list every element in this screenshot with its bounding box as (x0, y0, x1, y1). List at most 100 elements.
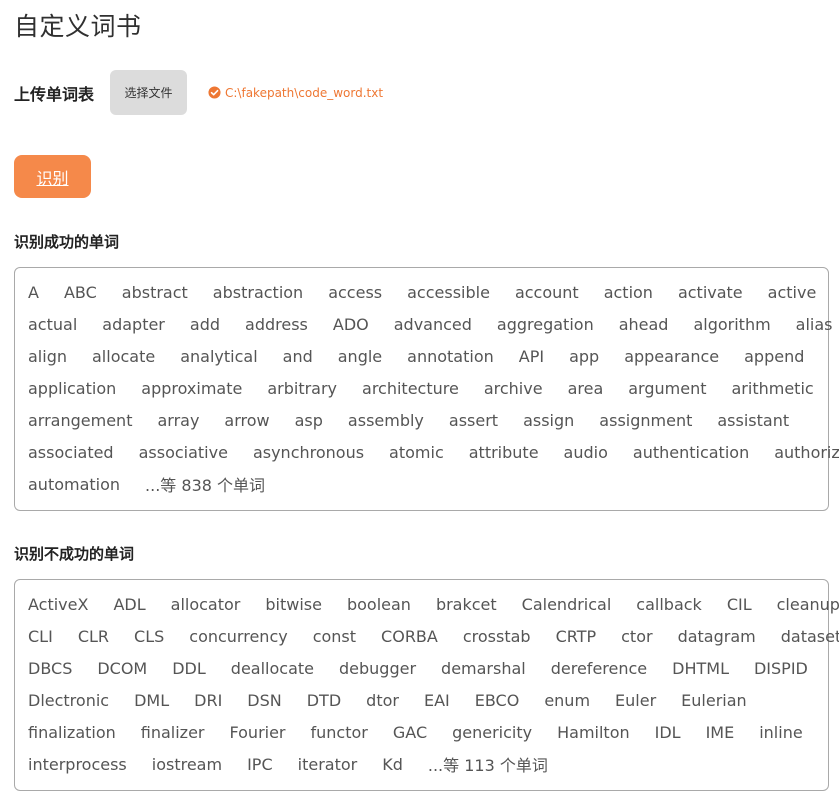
word-item: assembly (347, 410, 424, 430)
word-row: interprocess iostream IPC iterator Kd ...等 11… (28, 748, 818, 780)
word-item: address (245, 314, 308, 334)
word-item: CLI (28, 626, 53, 646)
word-item: brakcet (435, 594, 497, 614)
word-item: associated (28, 442, 114, 462)
word-row: associated associative asynchronous atomic a… (28, 436, 839, 468)
word-item: EBCO (474, 690, 520, 710)
word-item: attribute (468, 442, 539, 462)
word-item: A (28, 282, 39, 302)
word-item: crosstab (462, 626, 531, 646)
word-item: datagram (677, 626, 756, 646)
success-word-list: A ABC abstract abstraction access accessible a… (14, 267, 839, 511)
fail-word-list: ActiveX ADL allocator bitwise boolean brakcet… (14, 579, 839, 791)
word-item: demarshal (441, 658, 526, 678)
word-row: arrangement array arrow asp assembly assert as… (28, 404, 818, 436)
upload-label: 上传单词表 (14, 84, 95, 104)
word-item: account (514, 282, 579, 302)
word-item: dataset (780, 626, 839, 646)
word-item: advanced (393, 314, 472, 334)
word-item: algorithm (693, 314, 771, 334)
word-item: IPC (247, 754, 273, 774)
word-item: CIL (726, 594, 752, 614)
word-item: access (328, 282, 383, 302)
word-item: dereference (550, 658, 648, 678)
word-item: CORBA (381, 626, 438, 646)
word-item: dtor (366, 690, 399, 710)
word-item: Fourier (229, 722, 286, 742)
fail-section-title: 识别不成功的单词 (14, 545, 135, 563)
word-item: DSN (247, 690, 282, 710)
word-item: asp (294, 410, 323, 430)
word-item: Calendrical (521, 594, 612, 614)
word-row: ActiveX ADL allocator bitwise boolean brakcet… (28, 588, 839, 620)
word-item: cleanup (776, 594, 839, 614)
word-item: DHTML (672, 658, 729, 678)
word-item: arithmetic (731, 378, 814, 398)
more-count-label: ...等 838 个单词 (145, 476, 266, 495)
word-item: audio (563, 442, 608, 462)
word-item: assign (523, 410, 575, 430)
word-item: actual (28, 314, 78, 334)
word-item: active (767, 282, 817, 302)
word-item: area (567, 378, 604, 398)
word-item: app (569, 346, 600, 366)
word-item: functor (310, 722, 368, 742)
word-item: ABC (63, 282, 97, 302)
word-item: DRI (194, 690, 223, 710)
word-item: iterator (297, 754, 358, 774)
word-item: Hamilton (557, 722, 630, 742)
word-item: ctor (621, 626, 653, 646)
word-item: assert (448, 410, 499, 430)
page-title: 自定义词书 (14, 12, 142, 41)
word-item: asynchronous (252, 442, 365, 462)
word-item: arrow (224, 410, 270, 430)
word-item: archive (483, 378, 543, 398)
word-item: concurrency (189, 626, 288, 646)
word-item: debugger (339, 658, 417, 678)
word-item: CRTP (555, 626, 597, 646)
choose-file-button[interactable]: 选择文件 (110, 70, 187, 115)
word-item: associative (138, 442, 228, 462)
word-item: Euler (615, 690, 657, 710)
word-item: deallocate (230, 658, 314, 678)
check-circle-icon (208, 86, 221, 99)
word-item: Kd (382, 754, 403, 774)
word-item: allocator (170, 594, 241, 614)
word-item: finalizer (140, 722, 205, 742)
word-item: approximate (141, 378, 243, 398)
word-item: accessible (407, 282, 490, 302)
word-item: authentication (632, 442, 750, 462)
word-item: genericity (452, 722, 533, 742)
word-item: annotation (407, 346, 494, 366)
word-row: A ABC abstract abstraction access accessible a… (28, 276, 818, 308)
word-item: appearance (624, 346, 720, 366)
word-item: const (312, 626, 357, 646)
word-row: Dlectronic DML DRI DSN DTD dtor EAI EBCO enum Eul… (28, 684, 818, 716)
word-item: and (282, 346, 313, 366)
word-item: atomic (389, 442, 444, 462)
word-item: boolean (346, 594, 411, 614)
word-item: Eulerian (681, 690, 747, 710)
word-item: iostream (151, 754, 223, 774)
word-item: activate (677, 282, 743, 302)
success-section-title: 识别成功的单词 (14, 233, 120, 251)
recognize-button[interactable]: 识别 (14, 155, 91, 198)
word-item: DDL (172, 658, 206, 678)
word-item: CLS (134, 626, 165, 646)
word-item: array (157, 410, 200, 430)
word-item: application (28, 378, 117, 398)
word-row: DBCS DCOM DDL deallocate debugger demarshal de… (28, 652, 818, 684)
word-item: EAI (423, 690, 450, 710)
word-item: architecture (362, 378, 459, 398)
word-item: DCOM (97, 658, 148, 678)
word-item: bitwise (265, 594, 322, 614)
word-item: analytical (180, 346, 258, 366)
word-item: angle (337, 346, 383, 366)
word-item: IDL (654, 722, 681, 742)
file-status: C:\fakepath\code_word.txt (208, 86, 383, 100)
word-item: ADL (113, 594, 146, 614)
word-item: DTD (306, 690, 342, 710)
word-item: inline (759, 722, 803, 742)
word-item: authorization (774, 442, 839, 462)
word-item: finalization (28, 722, 116, 742)
